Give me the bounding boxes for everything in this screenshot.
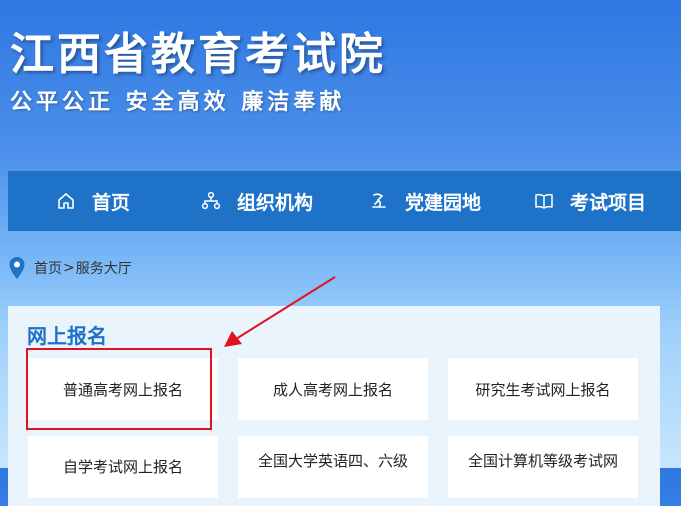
section-title: 网上报名 [27, 324, 107, 348]
registration-card-self-study[interactable]: 自学考试网上报名 [28, 436, 218, 498]
nav-item-label: 首页 [92, 191, 131, 214]
registration-card-gaokao[interactable]: 普通高考网上报名 [28, 358, 218, 420]
nav-item-home[interactable]: 首页 [56, 171, 130, 231]
book-icon [534, 191, 554, 211]
party-building-icon [369, 191, 389, 211]
home-icon [56, 191, 76, 211]
nav-item-label: 组织机构 [237, 191, 314, 214]
site-title: 江西省教育考试院 [10, 29, 386, 80]
location-pin-icon [8, 256, 26, 280]
nav-item-party-building[interactable]: 党建园地 [369, 171, 481, 231]
breadcrumb: 首页 > 服务大厅 [8, 256, 132, 280]
main-nav: 首页 组织机构 党建园地 考试项目 [8, 171, 681, 231]
breadcrumb-separator: > [63, 260, 75, 276]
nav-item-organization[interactable]: 组织机构 [201, 171, 313, 231]
breadcrumb-current: 服务大厅 [75, 261, 132, 277]
registration-card-adult-college[interactable]: 成人高考网上报名 [238, 358, 428, 420]
registration-card-cet[interactable]: 全国大学英语四、六级 [238, 436, 428, 498]
nav-item-exam-projects[interactable]: 考试项目 [534, 171, 646, 231]
registration-card-ncre[interactable]: 全国计算机等级考试网 [448, 436, 638, 498]
site-slogan: 公平公正 安全高效 廉洁奉献 [10, 90, 346, 115]
nav-item-label: 党建园地 [405, 191, 482, 214]
site-header: 江西省教育考试院 公平公正 安全高效 廉洁奉献 [0, 0, 681, 170]
org-chart-icon [201, 191, 221, 211]
nav-item-label: 考试项目 [570, 191, 647, 214]
registration-card-graduate[interactable]: 研究生考试网上报名 [448, 358, 638, 420]
breadcrumb-home-link[interactable]: 首页 [34, 258, 62, 278]
